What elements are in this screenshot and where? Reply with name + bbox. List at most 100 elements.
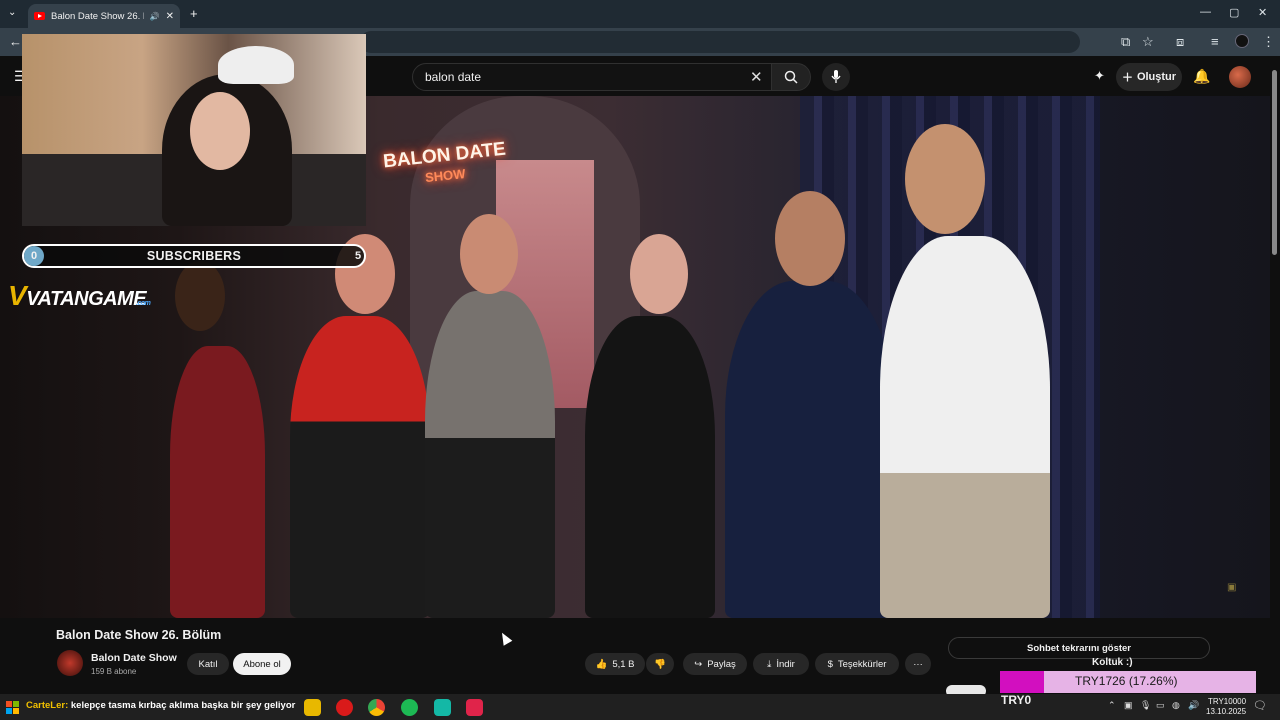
sponsor-logo-mark: V <box>8 280 27 311</box>
person-1-head <box>175 261 225 331</box>
thumbs-down-icon: 👎 <box>654 658 666 670</box>
donation-progress-fill <box>1000 671 1044 693</box>
subscribe-button[interactable]: Abone ol <box>233 653 291 675</box>
create-label: Oluştur <box>1136 71 1177 83</box>
tab-list-icon[interactable]: ⌄ <box>8 7 16 18</box>
ticker-tag: CarteLer: <box>26 700 69 711</box>
person-4 <box>585 316 715 618</box>
file-explorer-icon[interactable] <box>304 699 321 716</box>
tray-network-icon[interactable]: ◍ <box>1172 700 1180 711</box>
install-icon[interactable]: ⧉ <box>1121 34 1130 50</box>
webcam-overlay <box>22 34 366 226</box>
maximize-button[interactable]: ▢ <box>1229 6 1239 19</box>
channel-avatar[interactable] <box>57 650 83 676</box>
download-button[interactable]: ⤓ İndir <box>753 653 809 675</box>
back-icon[interactable]: ← <box>9 34 22 49</box>
search-button[interactable] <box>771 63 811 91</box>
tray-mic-icon[interactable]: 🎙 <box>1140 700 1151 711</box>
voice-search-button[interactable] <box>822 63 850 91</box>
speaker-icon[interactable]: 🔊 <box>150 12 160 21</box>
mouse-cursor <box>497 630 513 646</box>
tab-title: Balon Date Show 26. Bölüm <box>51 10 144 22</box>
person-1 <box>170 346 265 618</box>
subscriber-goal-number: 5 <box>354 250 362 262</box>
donation-progress-text: TRY1726 (17.26%) <box>1075 674 1178 688</box>
share-label: Paylaş <box>707 658 736 670</box>
thanks-icon: $ <box>827 658 833 670</box>
panda-plush <box>218 46 294 84</box>
channel-name[interactable]: Balon Date Show <box>91 652 177 664</box>
youtube-favicon-icon <box>34 12 45 20</box>
sponsor-logo: VVATANGAME .com <box>8 280 151 312</box>
thanks-label: Teşekkürler <box>837 658 887 670</box>
thumbs-up-icon: 👍 <box>595 658 608 670</box>
browser-menu-icon[interactable]: ⋮ <box>1262 34 1275 50</box>
person-4-head <box>630 234 688 314</box>
avatar[interactable] <box>1229 66 1251 88</box>
notification-icon[interactable]: 🗨 <box>1253 699 1267 712</box>
tray-chevron-icon[interactable]: ⌃ <box>1108 700 1116 711</box>
person-5 <box>725 281 895 618</box>
clear-icon[interactable]: ✕ <box>750 68 763 86</box>
cast-icon[interactable]: ✦ <box>1094 68 1105 84</box>
tray-app-icon[interactable]: ▣ <box>1124 700 1133 711</box>
create-icon: ＋ <box>1121 72 1133 84</box>
sponsor-suffix: .com <box>136 300 151 307</box>
tray-volume-icon[interactable]: 🔊 <box>1188 700 1199 711</box>
donation-goal-label: TRY10000 <box>1207 697 1247 706</box>
windows-start-icon[interactable] <box>6 701 20 714</box>
show-chat-replay-button[interactable]: Sohbet tekrarını göster <box>948 637 1210 659</box>
download-icon: ⤓ <box>767 658 772 670</box>
like-button[interactable]: 👍 5,1 B <box>585 653 645 675</box>
thanks-button[interactable]: $ Teşekkürler <box>815 653 899 675</box>
channel-subscriber-count: 159 B abone <box>91 667 137 676</box>
person-3-head <box>460 214 518 294</box>
person-3 <box>425 291 555 618</box>
like-count: 5,1 B <box>612 658 635 670</box>
more-actions-button[interactable]: ··· <box>905 653 931 675</box>
subscriber-start-badge: 0 <box>24 246 44 266</box>
browser-tab-active[interactable]: Balon Date Show 26. Bölüm 🔊 ✕ <box>28 4 180 28</box>
donation-current-label: TRY0 <box>1001 693 1032 707</box>
app-icon[interactable] <box>434 699 451 716</box>
pocket-icon[interactable] <box>466 699 483 716</box>
close-window-button[interactable]: ✕ <box>1258 6 1267 19</box>
extensions-icon[interactable]: ⧈ <box>1176 34 1184 50</box>
new-tab-button[interactable]: + <box>190 6 198 21</box>
browser-tab-bar: ⌄ Balon Date Show 26. Bölüm 🔊 ✕ + — ▢ ✕ <box>0 0 1280 28</box>
chat-ticker: CarteLer: kelepçe tasma kırbaç aklıma ba… <box>26 700 295 711</box>
bell-icon[interactable]: 🔔 <box>1193 68 1210 85</box>
person-2 <box>290 316 430 618</box>
page-scrollbar[interactable] <box>1272 70 1277 255</box>
person-6-head <box>905 124 985 234</box>
taskbar-date: 13.10.2025 <box>1206 707 1247 716</box>
person-5-head <box>775 191 845 286</box>
mic-icon <box>831 70 841 83</box>
share-icon: ↪ <box>694 658 703 670</box>
ticker-text: kelepçe tasma kırbaç aklıma başka bir şe… <box>70 700 296 711</box>
opera-icon[interactable] <box>336 699 353 716</box>
donation-goal-title: Koltuk :) <box>1092 657 1133 668</box>
address-bar[interactable] <box>360 31 1080 53</box>
tray-camera-icon[interactable]: ▭ <box>1156 700 1165 711</box>
taskbar-clock[interactable]: TRY10000 13.10.2025 <box>1206 697 1246 717</box>
profile-icon[interactable] <box>1235 34 1249 48</box>
download-label: İndir <box>776 658 795 670</box>
minimize-button[interactable]: — <box>1200 6 1211 18</box>
search-input[interactable]: balon date <box>412 63 772 91</box>
join-button[interactable]: Katıl <box>187 653 229 675</box>
spotify-icon[interactable] <box>401 699 418 716</box>
bookmark-star-icon[interactable]: ☆ <box>1142 34 1154 50</box>
search-icon <box>784 70 798 84</box>
tab-close-icon[interactable]: ✕ <box>166 11 174 22</box>
sponsor-name: VATANGAME <box>26 288 147 310</box>
create-button[interactable]: ＋ Oluştur <box>1116 63 1182 91</box>
streamer-face <box>190 92 250 170</box>
chrome-icon[interactable] <box>368 699 385 716</box>
person-6 <box>880 236 1050 618</box>
share-button[interactable]: ↪ Paylaş <box>683 653 747 675</box>
dislike-button[interactable]: 👎 <box>646 653 674 675</box>
video-title: Balon Date Show 26. Bölüm <box>56 628 222 642</box>
media-icon[interactable]: ≡ <box>1211 34 1219 49</box>
subscriber-goal-bar: SUBSCRIBERS <box>22 244 366 268</box>
